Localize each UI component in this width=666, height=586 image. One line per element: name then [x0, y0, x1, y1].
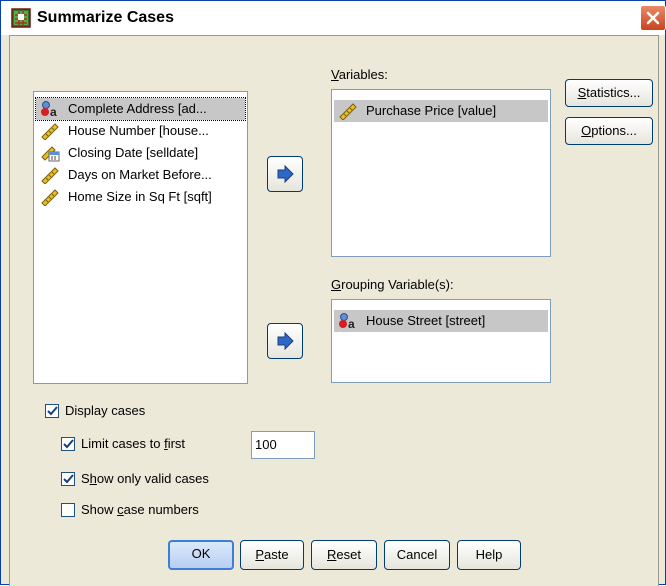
- show-valid-checkbox[interactable]: [61, 472, 75, 486]
- scale-ruler-icon: [338, 102, 358, 121]
- summarize-cases-dialog: Summarize Cases a Complete Address [ad..…: [0, 0, 666, 586]
- checkmark-icon: [63, 474, 74, 484]
- dialog-title: Summarize Cases: [37, 9, 174, 26]
- grouping-variable-list[interactable]: a House Street [street]: [331, 299, 551, 383]
- reset-button[interactable]: Reset: [311, 540, 377, 570]
- checkmark-icon: [47, 406, 58, 416]
- svg-text:a: a: [50, 105, 57, 118]
- arrow-right-icon: [277, 332, 294, 350]
- list-item-label: Closing Date [selldate]: [68, 145, 199, 160]
- list-item[interactable]: Home Size in Sq Ft [sqft]: [36, 186, 212, 208]
- date-scale-icon: [40, 144, 60, 162]
- list-item[interactable]: Closing Date [selldate]: [36, 142, 198, 164]
- grouping-label: Grouping Variable(s):: [331, 277, 454, 292]
- options-button[interactable]: Options...: [565, 117, 653, 145]
- nominal-string-icon: a: [338, 312, 358, 331]
- show-case-numbers-checkbox[interactable]: [61, 503, 75, 517]
- list-item-label: Home Size in Sq Ft [sqft]: [68, 189, 212, 204]
- help-button[interactable]: Help: [457, 540, 521, 570]
- list-item[interactable]: Purchase Price [value]: [334, 100, 548, 122]
- list-item-label: Purchase Price [value]: [366, 103, 497, 118]
- move-to-variables-button[interactable]: [267, 156, 303, 192]
- cancel-button[interactable]: Cancel: [384, 540, 450, 570]
- show-case-numbers-label: Show case numbers: [81, 502, 199, 517]
- scale-ruler-icon: [40, 166, 60, 185]
- move-to-grouping-button[interactable]: [267, 323, 303, 359]
- display-cases-label: Display cases: [65, 403, 146, 418]
- list-item[interactable]: a Complete Address [ad...: [35, 97, 246, 121]
- list-item[interactable]: a House Street [street]: [334, 310, 548, 332]
- scale-ruler-icon: [40, 188, 60, 207]
- close-button[interactable]: [640, 5, 666, 31]
- limit-cases-input[interactable]: 100: [251, 431, 315, 459]
- arrow-right-icon: [277, 165, 294, 183]
- title-bar: Summarize Cases: [1, 1, 666, 35]
- limit-cases-checkbox[interactable]: [61, 437, 75, 451]
- nominal-string-icon: a: [40, 100, 60, 119]
- list-item-label: Complete Address [ad...: [68, 101, 207, 116]
- scale-ruler-icon: [40, 122, 60, 141]
- statistics-button[interactable]: Statistics...: [565, 79, 653, 107]
- source-variable-list[interactable]: a Complete Address [ad... House Number […: [33, 91, 248, 384]
- close-icon: [646, 11, 660, 25]
- show-valid-label: Show only valid cases: [81, 471, 209, 486]
- variables-label: Variables:: [331, 67, 388, 82]
- ok-button[interactable]: OK: [168, 540, 234, 570]
- limit-cases-label: Limit cases to first: [81, 436, 186, 451]
- list-item[interactable]: House Number [house...: [36, 120, 209, 142]
- list-item-label: Days on Market Before...: [68, 167, 212, 182]
- list-item-label: House Street [street]: [366, 313, 486, 328]
- list-item-label: House Number [house...: [68, 123, 209, 138]
- paste-button[interactable]: Paste: [240, 540, 304, 570]
- checkmark-icon: [63, 439, 74, 449]
- variables-list[interactable]: Purchase Price [value]: [331, 89, 551, 257]
- list-item[interactable]: Days on Market Before...: [36, 164, 212, 186]
- svg-text:a: a: [348, 317, 355, 330]
- display-cases-checkbox[interactable]: [45, 404, 59, 418]
- dialog-app-icon: [11, 8, 31, 28]
